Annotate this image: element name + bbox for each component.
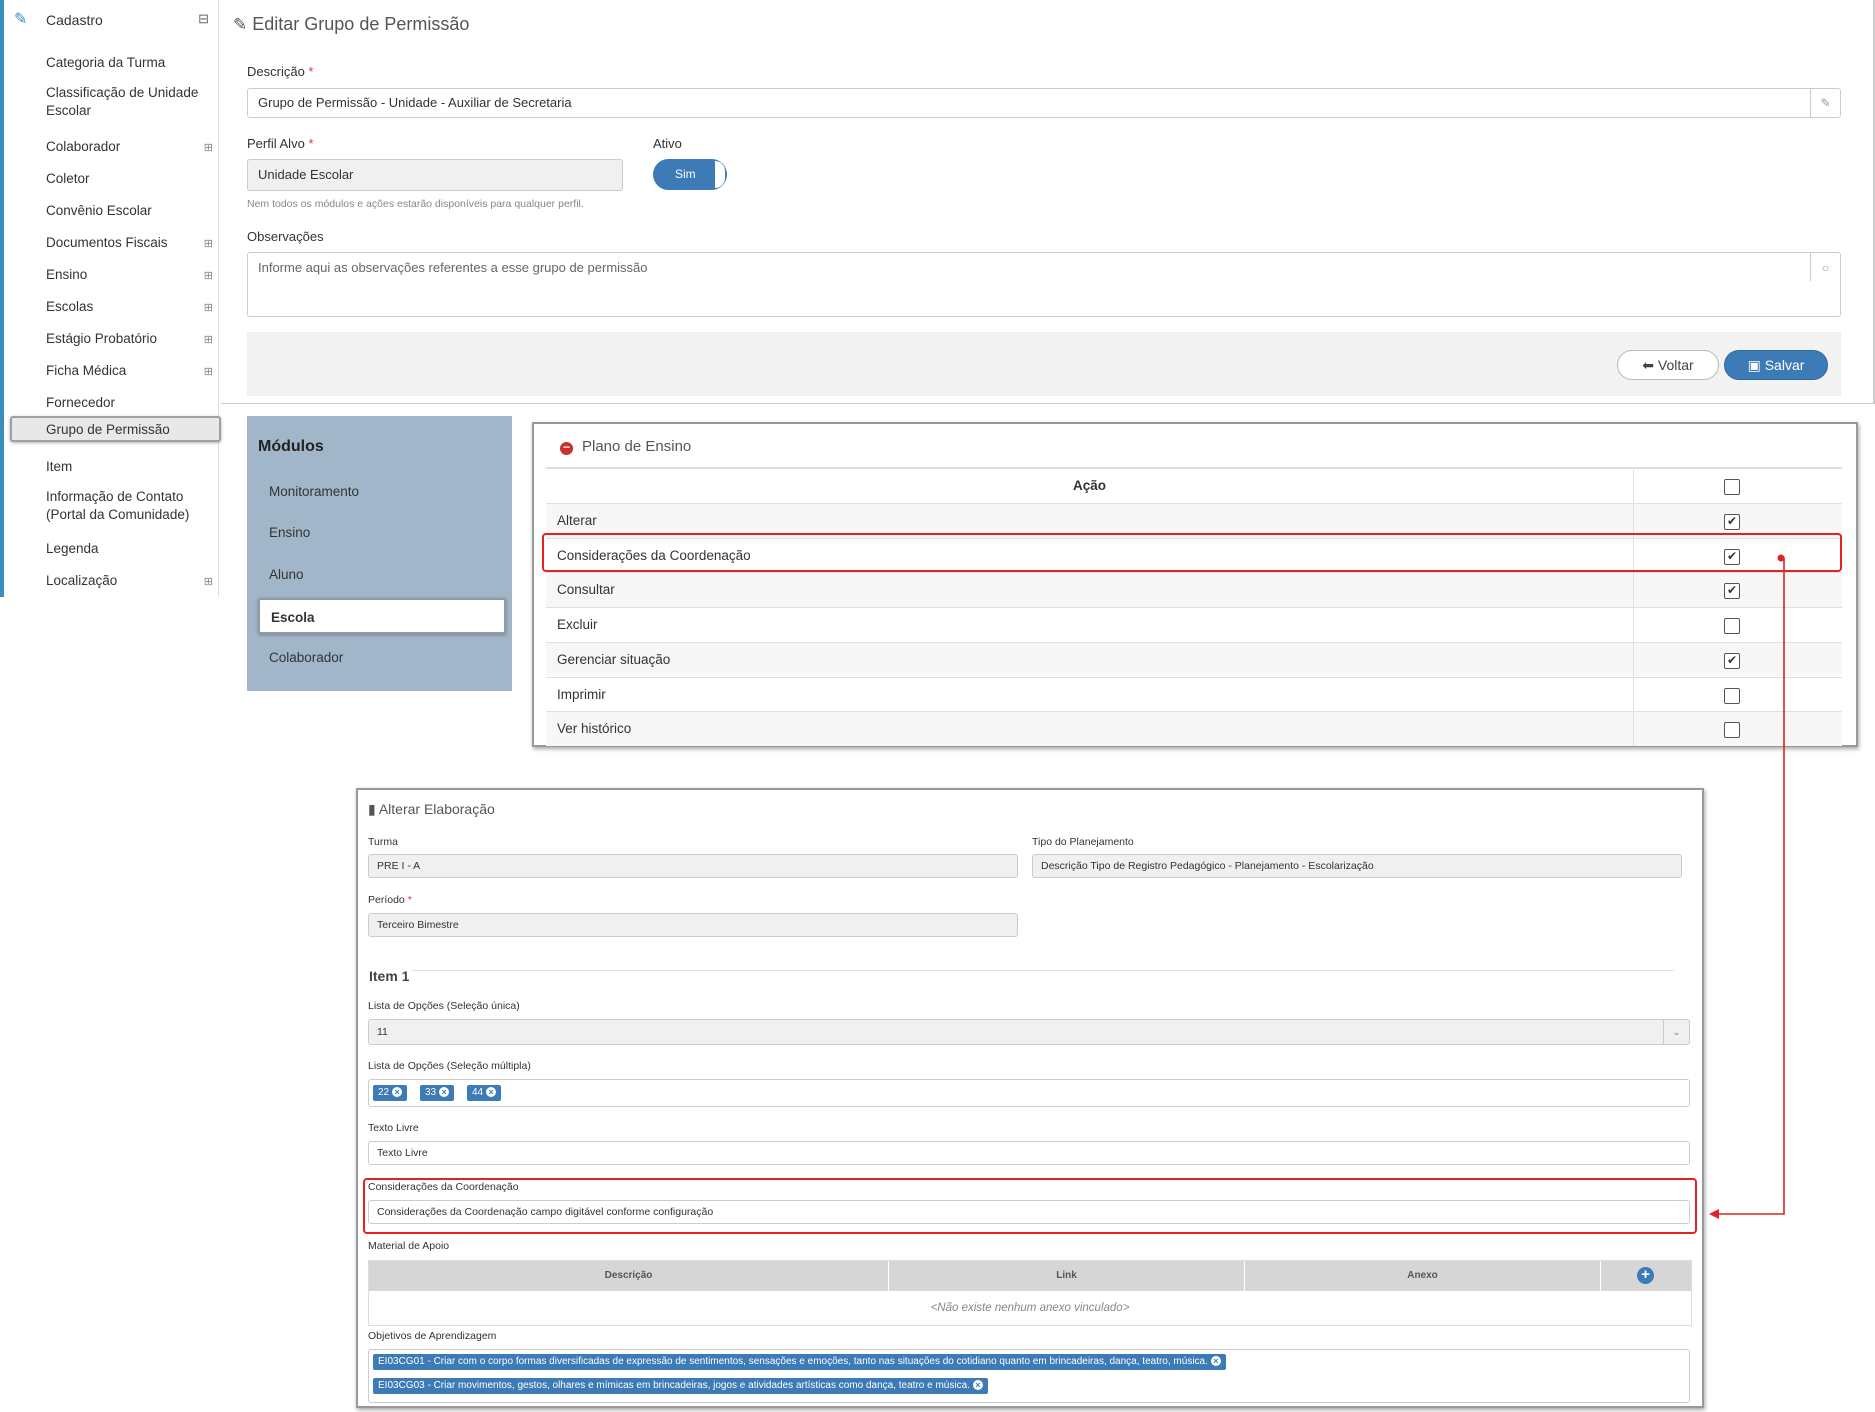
col-anexo-header: Anexo (1245, 1261, 1601, 1291)
selected-tag: 44 × (467, 1085, 502, 1101)
elab-title: ▮ Alterar Elaboração (368, 801, 495, 817)
material-empty-message: <Não existe nenhum anexo vinculado> (930, 1302, 1130, 1314)
col-link-header: Link (889, 1261, 1245, 1291)
item-divider (368, 970, 1674, 971)
col-descricao-header: Descrição (369, 1261, 889, 1291)
turma-label: Turma (368, 836, 398, 848)
objetivos-select[interactable]: EI03CG01 - Criar com o corpo formas dive… (368, 1349, 1690, 1403)
material-apoio-table: Descrição Link Anexo + <Não existe nenhu… (368, 1260, 1692, 1326)
lista-unica-select[interactable]: 11 ⌄ (368, 1019, 1690, 1045)
texto-livre-label: Texto Livre (368, 1122, 419, 1134)
objetivos-label: Objetivos de Aprendizagem (368, 1330, 497, 1342)
lista-multipla-label: Lista de Opções (Seleção múltipla) (368, 1060, 531, 1072)
texto-livre-input[interactable]: Texto Livre (368, 1141, 1690, 1165)
objetivo-tag: EI03CG01 - Criar com o corpo formas dive… (373, 1354, 1226, 1370)
selected-tag: 33 × (420, 1085, 455, 1101)
selected-tag: 22 × (373, 1085, 408, 1101)
periodo-label: Período * (368, 894, 412, 906)
tipo-planejamento-input[interactable]: Descrição Tipo de Registro Pedagógico - … (1032, 854, 1682, 878)
remove-tag-icon[interactable]: × (439, 1087, 450, 1097)
chevron-down-icon[interactable]: ⌄ (1663, 1020, 1689, 1044)
remove-tag-icon[interactable]: × (1210, 1356, 1221, 1366)
lista-multipla-select[interactable]: 22 × 33 × 44 × (368, 1079, 1690, 1107)
remove-tag-icon[interactable]: × (972, 1380, 983, 1390)
material-apoio-label: Material de Apoio (368, 1240, 450, 1252)
book-icon: ▮ (368, 801, 376, 817)
turma-input[interactable]: PRE I - A (368, 854, 1018, 878)
add-col-header: + (1601, 1261, 1691, 1291)
item-title: Item 1 (366, 968, 413, 984)
highlight-consideracoes-field (363, 1178, 1697, 1234)
lista-unica-label: Lista de Opções (Seleção única) (368, 1000, 520, 1012)
remove-tag-icon[interactable]: × (392, 1087, 403, 1097)
tipo-planejamento-label: Tipo do Planejamento (1032, 836, 1134, 848)
remove-tag-icon[interactable]: × (486, 1087, 497, 1097)
alterar-elaboracao-panel: ▮ Alterar Elaboração Turma PRE I - A Tip… (356, 788, 1704, 1408)
periodo-input[interactable]: Terceiro Bimestre (368, 913, 1018, 937)
objetivo-tag: EI03CG03 - Criar movimentos, gestos, olh… (373, 1378, 988, 1394)
add-attachment-icon[interactable]: + (1637, 1267, 1654, 1284)
